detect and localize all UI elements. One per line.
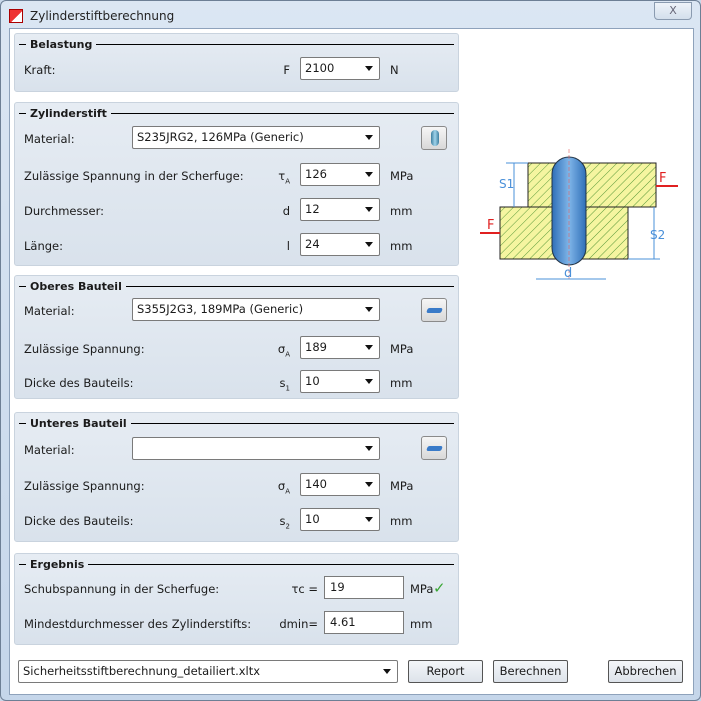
length-value: 24 [305, 237, 320, 251]
upper-plate [527, 162, 657, 208]
window-title: Zylinderstiftberechnung [30, 9, 175, 23]
length-unit: mm [390, 239, 413, 253]
kraft-symbol: F [283, 63, 290, 77]
lower-stress-dropdown[interactable]: 140 [300, 473, 380, 496]
min-diameter-field[interactable]: 4.61 [324, 611, 404, 634]
chevron-down-icon [365, 242, 373, 247]
group-title: Unteres Bauteil [19, 417, 454, 430]
upper-thickness-dropdown[interactable]: 10 [300, 370, 380, 393]
min-diameter-unit: mm [410, 617, 433, 631]
lower-thickness-unit: mm [390, 514, 413, 528]
lower-stress-label: Zulässige Spannung: [24, 479, 145, 493]
template-value: Sicherheitsstiftberechnung_detailiert.xl… [23, 664, 261, 678]
pin-stress-unit: MPa [390, 169, 414, 183]
min-diameter-symbol: dmin= [279, 617, 318, 631]
group-title: Belastung [19, 38, 454, 51]
upper-material-label: Material: [24, 304, 75, 318]
check-icon: ✓ [433, 579, 446, 597]
upper-stress-dropdown[interactable]: 189 [300, 336, 380, 359]
app-icon [9, 9, 23, 23]
chevron-down-icon [365, 345, 373, 350]
s1-label: S1 [499, 177, 514, 191]
title-bar: Zylinderstiftberechnung [9, 6, 174, 26]
upper-material-value: S355J2G3, 189MPa (Generic) [137, 302, 304, 316]
pin-material-label: Material: [24, 132, 75, 146]
diameter-symbol: d [282, 204, 290, 218]
upper-stress-label: Zulässige Spannung: [24, 342, 145, 356]
chevron-down-icon [365, 446, 373, 451]
close-button[interactable]: X [654, 2, 692, 20]
lower-thickness-label: Dicke des Bauteils: [24, 514, 134, 528]
berechnen-button[interactable]: Berechnen [493, 660, 568, 683]
length-dropdown[interactable]: 24 [300, 233, 380, 256]
lower-stress-symbol: σA [277, 479, 290, 496]
chevron-down-icon [365, 482, 373, 487]
upper-material-dropdown[interactable]: S355J2G3, 189MPa (Generic) [132, 298, 380, 321]
chevron-down-icon [365, 135, 373, 140]
pin-stress-dropdown[interactable]: 126 [300, 163, 380, 186]
force-label-left: F [487, 218, 494, 233]
chevron-down-icon [365, 307, 373, 312]
kraft-label: Kraft: [24, 63, 56, 77]
shear-stress-field[interactable]: 19 [324, 576, 404, 599]
pin-icon [431, 130, 439, 146]
length-symbol: l [286, 239, 290, 253]
shear-stress-symbol: τc = [291, 582, 318, 596]
force-label-right: F [659, 171, 666, 186]
upper-thickness-value: 10 [305, 374, 320, 388]
pin-material-dropdown[interactable]: S235JRG2, 126MPa (Generic) [132, 126, 380, 149]
lower-thickness-symbol: s2 [279, 514, 290, 531]
diameter-label: Durchmesser: [24, 204, 104, 218]
lower-material-label: Material: [24, 443, 75, 457]
pin-stress-label: Zulässige Spannung in der Scherfuge: [24, 169, 244, 183]
min-diameter-label: Mindestdurchmesser des Zylinderstifts: [24, 617, 252, 631]
group-title: Oberes Bauteil [19, 280, 454, 293]
kraft-dropdown[interactable]: 2100 [300, 57, 380, 80]
chevron-down-icon [383, 669, 391, 674]
upper-stress-value: 189 [305, 340, 327, 354]
abbrechen-button[interactable]: Abbrechen [608, 660, 683, 683]
template-dropdown[interactable]: Sicherheitsstiftberechnung_detailiert.xl… [18, 660, 398, 683]
pin-stress-symbol: τA [278, 169, 290, 186]
diameter-dropdown[interactable]: 12 [300, 198, 380, 221]
lower-stress-value: 140 [305, 477, 327, 491]
chevron-down-icon [365, 517, 373, 522]
pin-diagram: S1 S2 d F F [478, 149, 678, 285]
diameter-unit: mm [390, 204, 413, 218]
upper-thickness-unit: mm [390, 376, 413, 390]
upper-thickness-symbol: s1 [279, 376, 290, 393]
shear-stress-unit: MPa [410, 582, 434, 596]
d-label: d [564, 266, 572, 281]
chevron-down-icon [365, 66, 373, 71]
upper-material-button[interactable] [421, 298, 447, 322]
lower-material-button[interactable] [421, 436, 447, 460]
chevron-down-icon [365, 172, 373, 177]
plate-icon [426, 446, 443, 451]
shear-stress-label: Schubspannung in der Scherfuge: [24, 582, 220, 596]
pin-material-button[interactable] [421, 126, 447, 150]
chevron-down-icon [365, 207, 373, 212]
kraft-unit: N [390, 63, 399, 77]
upper-thickness-label: Dicke des Bauteils: [24, 376, 134, 390]
upper-stress-symbol: σA [277, 342, 290, 359]
report-button[interactable]: Report [408, 660, 483, 683]
upper-stress-unit: MPa [390, 342, 414, 356]
kraft-value: 2100 [305, 61, 335, 75]
plate-icon [426, 308, 443, 313]
s2-label: S2 [650, 228, 665, 242]
pin-stress-value: 126 [305, 167, 327, 181]
length-label: Länge: [24, 239, 63, 253]
lower-thickness-dropdown[interactable]: 10 [300, 508, 380, 531]
diameter-value: 12 [305, 202, 320, 216]
group-title: Ergebnis [19, 558, 454, 571]
group-title: Zylinderstift [19, 107, 454, 120]
lower-thickness-value: 10 [305, 512, 320, 526]
lower-stress-unit: MPa [390, 479, 414, 493]
pin-material-value: S235JRG2, 126MPa (Generic) [137, 130, 304, 144]
lower-material-dropdown[interactable] [132, 437, 380, 460]
chevron-down-icon [365, 379, 373, 384]
